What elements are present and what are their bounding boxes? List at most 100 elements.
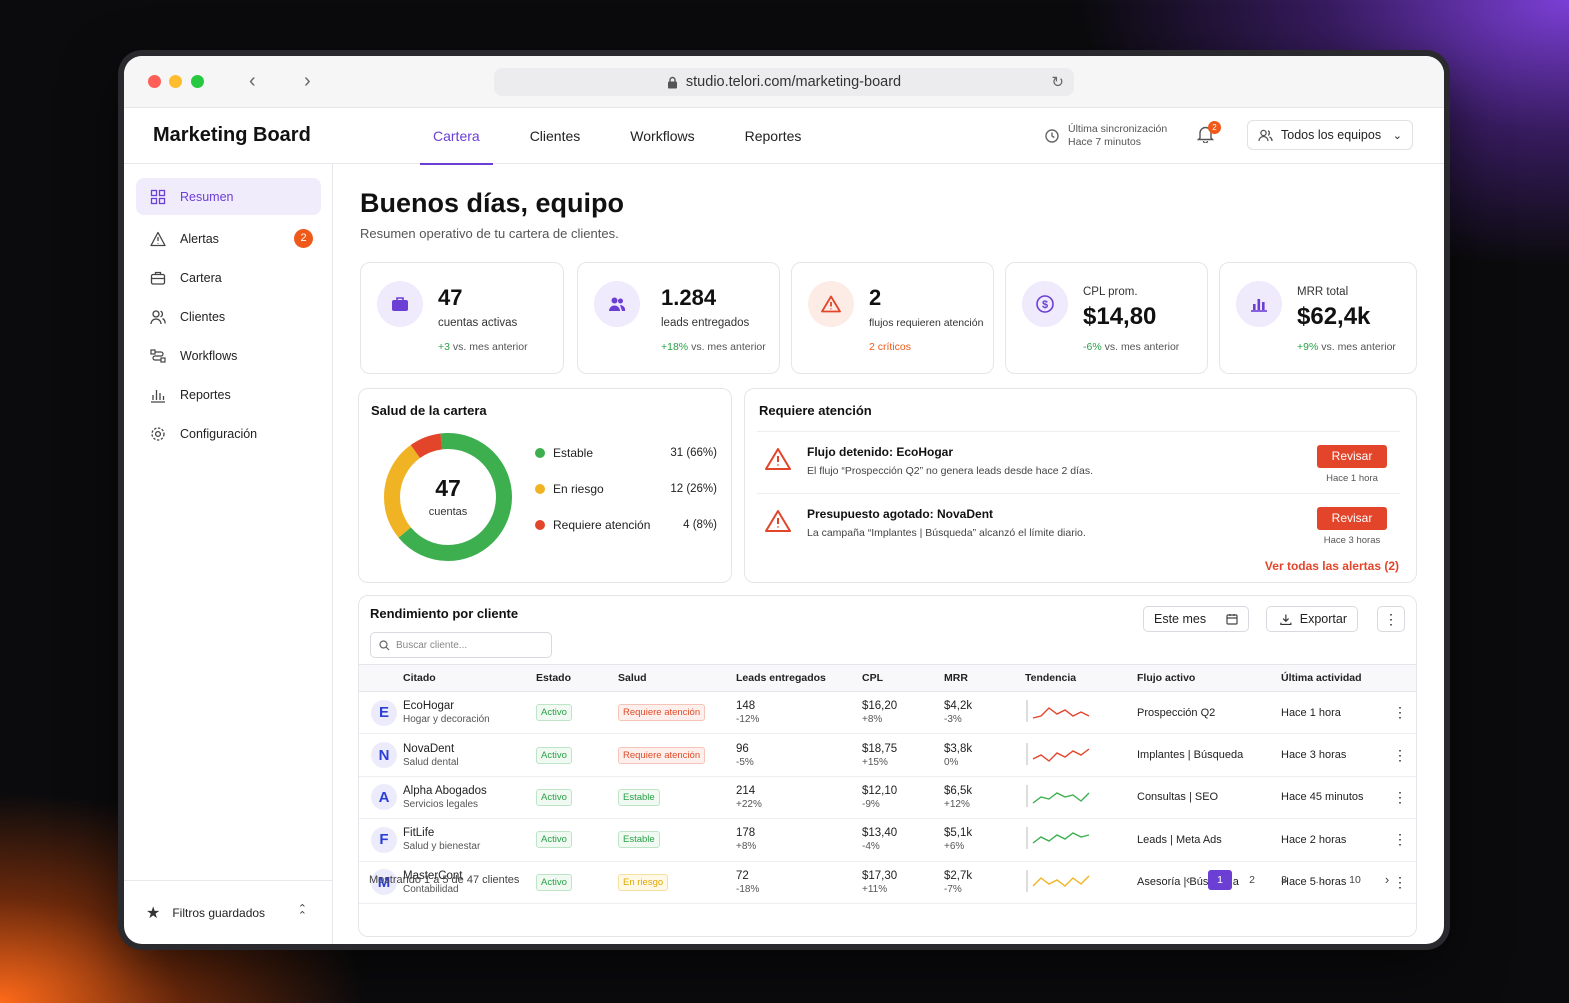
chevrons-up-icon[interactable]: ⌃ ⌃	[298, 903, 307, 921]
search-input[interactable]: Buscar cliente...	[370, 632, 552, 658]
sidebar-item-resumen[interactable]: Resumen	[136, 178, 321, 215]
legend-dot	[535, 448, 545, 458]
kpi-label: leads entregados	[661, 317, 750, 329]
tab-workflows[interactable]: Workflows	[617, 108, 707, 164]
column-header[interactable]: Salud	[618, 664, 736, 692]
minimize-window-dot[interactable]	[169, 75, 182, 88]
browser-chrome: ‹ › studio.telori.com/marketing-board ↻	[124, 56, 1444, 108]
client-name[interactable]: Alpha Abogados	[403, 784, 536, 798]
column-header[interactable]: Citado	[403, 664, 536, 692]
lock-icon	[667, 76, 677, 88]
column-header[interactable]: Leads entregados	[736, 664, 862, 692]
status-badge: Activo	[536, 704, 572, 722]
kpi-value: $62,4k	[1297, 303, 1371, 330]
row-menu-icon[interactable]: ⋮	[1393, 747, 1407, 763]
client-name[interactable]: EcoHogar	[403, 699, 536, 713]
users-icon	[150, 309, 166, 325]
portfolio-health-card: Salud de la cartera 47 cuentas Estable 31…	[358, 388, 732, 583]
alert-time: Hace 1 hora	[1326, 473, 1378, 484]
period-select[interactable]: Este mes	[1143, 606, 1249, 632]
health-badge: En riesgo	[618, 873, 669, 891]
table-row[interactable]: A Alpha Abogados Servicios legales Activo Es…	[359, 776, 1416, 820]
sidebar-item-cartera[interactable]: Cartera	[136, 259, 321, 296]
trend-sparkline	[1026, 700, 1090, 723]
column-header[interactable]: Última actividad	[1281, 664, 1383, 692]
close-window-dot[interactable]	[148, 75, 161, 88]
page-3[interactable]: 3	[1272, 870, 1296, 890]
sidebar-item-reportes[interactable]: Reportes	[136, 376, 321, 413]
briefcase-icon	[150, 270, 166, 286]
tab-reportes[interactable]: Reportes	[732, 108, 815, 164]
kpi-card-cpl: $ CPL prom. $14,80 -6% vs. mes anterior	[1005, 262, 1208, 374]
back-arrow-icon[interactable]: ‹	[249, 70, 256, 93]
sidebar-item-alertas[interactable]: Alertas 2	[136, 220, 321, 257]
warning-icon	[765, 448, 791, 470]
gear-icon	[150, 426, 166, 442]
active-flow: Prospección Q2	[1137, 691, 1281, 735]
kpi-delta: 2 críticos	[869, 341, 912, 353]
row-menu-icon[interactable]: ⋮	[1393, 704, 1407, 720]
client-sector: Servicios legales	[403, 798, 479, 810]
mrr-value: $2,7k	[944, 869, 973, 882]
column-header[interactable]: Flujo activo	[1137, 664, 1281, 692]
page-title: Buenos días, equipo	[360, 188, 625, 218]
client-avatar: E	[371, 699, 397, 726]
row-menu-icon[interactable]: ⋮	[1393, 831, 1407, 847]
saved-filters[interactable]: ★ Filtros guardados ⌃ ⌃	[124, 880, 333, 944]
kpi-delta: -6% vs. mes anterior	[1083, 341, 1180, 353]
kpi-label: CPL prom.	[1083, 286, 1138, 298]
tab-clientes[interactable]: Clientes	[517, 108, 594, 164]
active-flow: Leads | Meta Ads	[1137, 818, 1281, 862]
column-header[interactable]: MRR	[944, 664, 1025, 692]
alert-time: Hace 3 horas	[1323, 535, 1381, 546]
table-header-row: Citado Estado Salud Leads entregados CPL…	[359, 664, 1416, 692]
last-activity: Hace 3 horas	[1281, 733, 1383, 777]
row-menu-icon[interactable]: ⋮	[1393, 789, 1407, 805]
leads-delta: +22%	[736, 798, 762, 810]
alerts-count-badge: 2	[294, 229, 313, 248]
notifications-button[interactable]: 2	[1196, 121, 1221, 148]
export-button[interactable]: Exportar	[1266, 606, 1358, 632]
alert-description: El flujo “Prospección Q2” no genera lead…	[807, 465, 1094, 477]
next-page-icon[interactable]: ›	[1375, 870, 1399, 890]
health-badge: Requiere atención	[618, 746, 706, 764]
sync-time: Hace 7 minutos	[1068, 136, 1141, 148]
status-badge: Activo	[536, 873, 572, 891]
client-name[interactable]: NovaDent	[403, 742, 536, 756]
page-subtitle: Resumen operativo de tu cartera de clien…	[360, 226, 619, 241]
sidebar-item-clientes[interactable]: Clientes	[136, 298, 321, 335]
page-1[interactable]: 1	[1208, 870, 1232, 890]
trend-sparkline	[1026, 869, 1090, 892]
app-header: Marketing Board Cartera Clientes Workflo…	[124, 108, 1444, 165]
legend-item-risk: En riesgo 12 (26%)	[535, 482, 717, 496]
review-button[interactable]: Revisar	[1317, 445, 1387, 468]
view-all-alerts-link[interactable]: Ver todas las alertas (2)	[1265, 559, 1399, 573]
client-name[interactable]: FitLife	[403, 826, 536, 840]
column-header[interactable]: CPL	[862, 664, 944, 692]
more-options-button[interactable]: ⋮	[1377, 606, 1405, 632]
page-10[interactable]: 10	[1343, 870, 1367, 890]
alert-title: Presupuesto agotado: NovaDent	[807, 507, 994, 521]
tab-cartera[interactable]: Cartera	[420, 108, 493, 165]
table-row[interactable]: E EcoHogar Hogar y decoración Activo Requier…	[359, 691, 1416, 735]
prev-page-icon[interactable]: ‹	[1176, 870, 1200, 890]
table-row[interactable]: F FitLife Salud y bienestar Activo Estable 17…	[359, 818, 1416, 862]
maximize-window-dot[interactable]	[191, 75, 204, 88]
column-header[interactable]: Tendencia	[1025, 664, 1137, 692]
reload-icon[interactable]: ↻	[1051, 73, 1064, 91]
sidebar-item-configuracion[interactable]: Configuración	[136, 415, 321, 452]
cpl-value: $16,20	[862, 700, 898, 713]
trend-sparkline	[1026, 784, 1090, 807]
sidebar-item-label: Configuración	[180, 426, 258, 441]
table-row[interactable]: N NovaDent Salud dental Activo Requiere aten…	[359, 733, 1416, 777]
column-header[interactable]: Estado	[536, 664, 618, 692]
review-button[interactable]: Revisar	[1317, 507, 1387, 530]
kpi-label: MRR total	[1297, 286, 1349, 298]
team-select[interactable]: Todos los equipos ⌄	[1247, 120, 1413, 150]
address-bar[interactable]: studio.telori.com/marketing-board ↻	[494, 68, 1074, 96]
users-icon	[1258, 129, 1273, 141]
page-2[interactable]: 2	[1240, 870, 1264, 890]
forward-arrow-icon[interactable]: ›	[304, 70, 311, 93]
sidebar-item-workflows[interactable]: Workflows	[136, 337, 321, 374]
last-activity: Hace 1 hora	[1281, 691, 1383, 735]
